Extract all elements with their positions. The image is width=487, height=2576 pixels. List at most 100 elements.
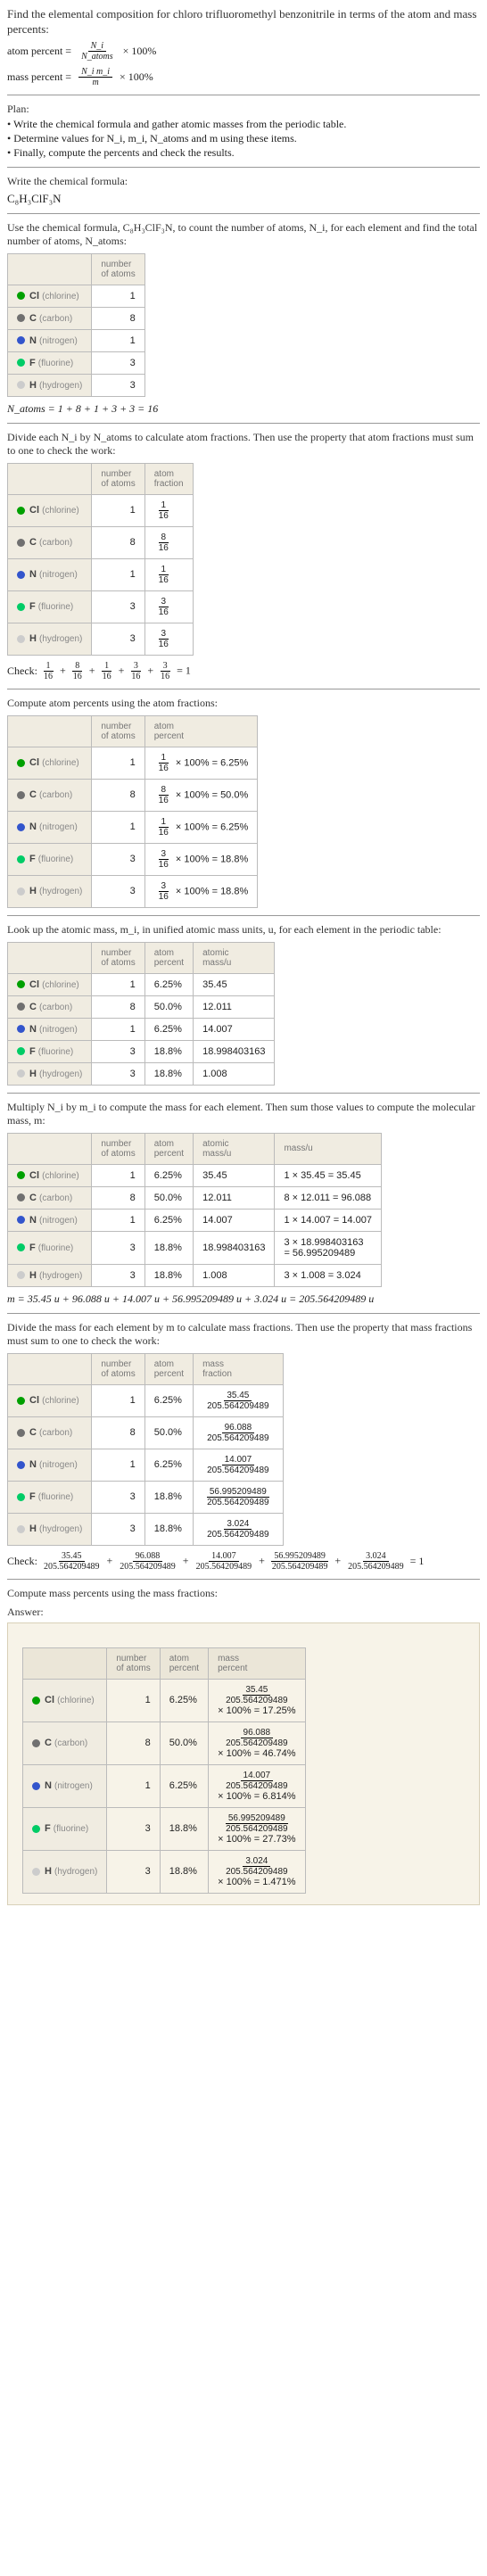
atom-count: 8 (92, 995, 144, 1018)
denominator: 16 (156, 575, 171, 585)
element-name: (nitrogen) (54, 1781, 93, 1791)
element-color-dot (17, 855, 25, 863)
atom-percent: 6.25% (160, 1679, 208, 1721)
step-label: Multiply N_i by m_i to compute the mass … (7, 1101, 480, 1127)
problem-title: Find the elemental composition for chlor… (7, 7, 480, 37)
table-row: N (nitrogen)16.25%14.0071 × 14.007 = 14.… (8, 1209, 382, 1231)
table-row: C (carbon)850.0%96.088205.564209489× 100… (23, 1721, 306, 1764)
mass-product: 1 × 14.007 = 14.007 (275, 1209, 381, 1231)
numerator: 14.007 (209, 1551, 239, 1562)
element-name: (fluorine) (38, 602, 73, 612)
element-color-dot (17, 1461, 25, 1469)
denominator: 205.564209489 (117, 1562, 178, 1572)
element-symbol: H (29, 1523, 37, 1534)
element-symbol: Cl (29, 505, 39, 516)
numerator: N_i (88, 41, 106, 52)
col-masspct: mass percent (209, 1647, 305, 1679)
fraction: 316 (156, 849, 171, 870)
element-name: (hydrogen) (54, 1867, 97, 1877)
atomic-mass-table: number of atoms atom percent atomic mass… (7, 942, 275, 1086)
table-row: N (nitrogen)16.25%14.007205.564209489 (8, 1449, 284, 1481)
table-row: H (hydrogen)3316 × 100% = 18.8% (8, 875, 258, 907)
table-row: H (hydrogen)318.8%3.024205.564209489 (8, 1513, 284, 1545)
step-label: Divide the mass for each element by m to… (7, 1321, 480, 1348)
element-symbol: F (29, 1243, 36, 1253)
divider (7, 167, 480, 168)
element-cell: Cl (chlorine) (8, 1384, 92, 1416)
element-symbol: C (29, 1427, 37, 1438)
atom-count: 3 (107, 1807, 160, 1850)
eq-text: m = 35.45 u + 96.088 u + 14.007 u + 56.9… (7, 1292, 374, 1306)
element-cell: F (fluorine) (8, 1231, 92, 1264)
element-cell: N (nitrogen) (8, 1209, 92, 1231)
fraction: N_i m_i m (78, 67, 112, 87)
element-color-dot (32, 1825, 40, 1833)
element-symbol: C (29, 1002, 37, 1012)
element-symbol: N (29, 335, 37, 346)
col-percent: atom percent (144, 1353, 193, 1384)
table-row: F (fluorine)318.8%18.998403163 (8, 1040, 275, 1062)
element-name: (carbon) (39, 1193, 72, 1203)
atom-fraction: 816 (144, 526, 193, 558)
fraction: 3.024205.564209489 (204, 1519, 272, 1540)
atom-percent: 116 × 100% = 6.25% (144, 747, 258, 779)
atomic-mass: 35.45 (194, 973, 275, 995)
denominator: 205.564209489 (204, 1498, 272, 1507)
fraction: 816 (156, 533, 171, 553)
table-row: C (carbon)850.0%12.011 (8, 995, 275, 1018)
element-name: (carbon) (39, 314, 72, 324)
element-color-dot (17, 1193, 25, 1201)
element-cell: H (hydrogen) (8, 875, 92, 907)
mass-product: 3 × 1.008 = 3.024 (275, 1264, 381, 1286)
mass-product: 1 × 35.45 = 35.45 (275, 1164, 381, 1186)
atom-percent-table: number of atoms atom percent Cl (chlorin… (7, 715, 258, 908)
denominator: 205.564209489 (269, 1562, 331, 1572)
num-text: N_i (91, 41, 103, 51)
check-expression: Check: 116 + 816 + 116 + 316 + 316 = 1 (7, 661, 480, 681)
eq-text: N_atoms = 1 + 8 + 1 + 3 + 3 = 16 (7, 402, 158, 416)
den-text: m (92, 78, 98, 87)
chemical-formula: C₈H₃ClF₃N (7, 192, 480, 206)
atom-count: 3 (92, 351, 144, 374)
element-symbol: H (29, 633, 37, 644)
element-name: (fluorine) (38, 1492, 73, 1502)
divider (7, 1093, 480, 1094)
divider (7, 213, 480, 214)
element-name: (carbon) (39, 790, 72, 800)
atomic-mass: 1.008 (194, 1062, 275, 1085)
fraction: 116 (156, 565, 171, 585)
denominator: 16 (158, 672, 172, 681)
atom-percent: 6.25% (144, 1449, 193, 1481)
element-name: (hydrogen) (39, 887, 82, 896)
atom-percent: 816 × 100% = 50.0% (144, 779, 258, 811)
element-cell: Cl (chlorine) (8, 747, 92, 779)
element-cell: F (fluorine) (8, 1040, 92, 1062)
element-symbol: N (29, 569, 37, 580)
denominator: 16 (156, 796, 171, 805)
atom-count: 3 (92, 843, 144, 875)
element-cell: H (hydrogen) (23, 1850, 107, 1893)
fraction: 316 (156, 629, 171, 649)
table-row: N (nitrogen)16.25%14.007 (8, 1018, 275, 1040)
numerator: 35.45 (224, 1391, 252, 1401)
den-text: N_atoms (81, 52, 113, 62)
denominator: 205.564209489 (204, 1401, 272, 1411)
element-symbol: C (29, 537, 37, 548)
table-row: Cl (chlorine)16.25%35.45205.564209489 (8, 1384, 284, 1416)
element-symbol: Cl (29, 291, 39, 301)
element-name: (nitrogen) (39, 570, 78, 580)
atom-count: 8 (92, 526, 144, 558)
fraction: 14.007205.564209489 (223, 1771, 291, 1791)
element-cell: F (fluorine) (8, 351, 92, 374)
atom-count: 1 (107, 1764, 160, 1807)
numerator: 3 (131, 661, 141, 672)
element-color-dot (17, 571, 25, 579)
element-cell: H (hydrogen) (8, 1062, 92, 1085)
atom-percent: 18.8% (144, 1481, 193, 1513)
mass-percent-formula: mass percent = N_i m_i m × 100% (7, 67, 480, 87)
atom-count: 8 (92, 779, 144, 811)
table-row: Cl (chlorine)1 (8, 285, 145, 307)
atom-percent: 316 × 100% = 18.8% (144, 875, 258, 907)
numerator: 1 (159, 565, 169, 575)
element-color-dot (17, 1493, 25, 1501)
